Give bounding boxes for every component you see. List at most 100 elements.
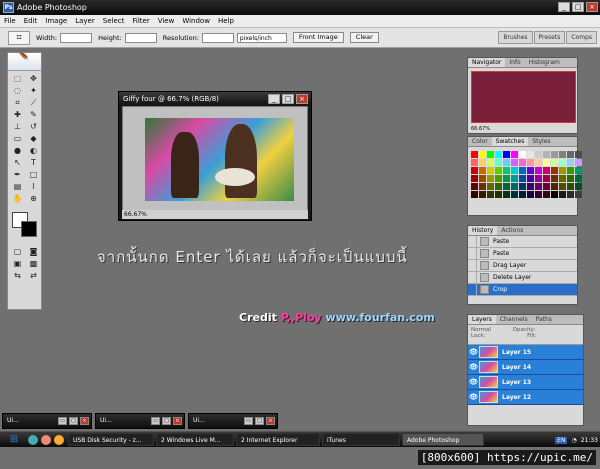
close-icon[interactable]: × [173,417,182,425]
swatch[interactable] [519,175,526,182]
swatch[interactable] [559,151,566,158]
history-item[interactable]: Paste [468,247,577,260]
doc-close-button[interactable]: × [296,94,308,104]
swatch[interactable] [487,159,494,166]
swatch[interactable] [559,183,566,190]
healing-tool-icon[interactable]: ✚ [10,109,25,120]
history-item-selected[interactable]: Crop [468,283,577,296]
marquee-tool-icon[interactable]: ⬚ [10,73,25,84]
swatch[interactable] [471,175,478,182]
swatch[interactable] [551,151,558,158]
tab-navigator[interactable]: Navigator [468,58,506,67]
maximize-icon[interactable]: □ [255,417,264,425]
swatch[interactable] [527,167,534,174]
swatch[interactable] [511,159,518,166]
swatch[interactable] [551,191,558,198]
swatch[interactable] [519,159,526,166]
quicklaunch-icon[interactable] [54,434,64,445]
swatch[interactable] [559,175,566,182]
color-swatches[interactable] [8,210,41,240]
swatch[interactable] [559,191,566,198]
swatch[interactable] [519,167,526,174]
swatch[interactable] [575,175,582,182]
swatch[interactable] [479,159,486,166]
swatch[interactable] [487,183,494,190]
clock[interactable]: 21:33 [581,437,598,444]
document-canvas-area[interactable] [122,106,308,211]
history-item[interactable]: Drag Layer [468,259,577,272]
minimize-button[interactable]: _ [558,2,570,12]
swatch[interactable] [543,151,550,158]
swatch[interactable] [535,183,542,190]
swatch[interactable] [543,167,550,174]
minimized-doc[interactable]: Ui... ▭ □ × [188,413,278,429]
lasso-tool-icon[interactable]: ◌ [10,85,25,96]
swatch[interactable] [535,191,542,198]
well-presets[interactable]: Presets [533,31,566,44]
restore-icon[interactable]: ▭ [151,417,160,425]
swatch[interactable] [575,151,582,158]
tab-color[interactable]: Color [468,137,492,146]
swatch[interactable] [503,175,510,182]
standard-mode-icon[interactable]: ▢ [10,246,25,257]
swatch[interactable] [535,175,542,182]
tab-channels[interactable]: Channels [496,315,532,324]
swatch[interactable] [551,159,558,166]
navigator-preview[interactable] [471,71,576,123]
minimized-doc[interactable]: Ui... ▭ □ × [95,413,185,429]
document-titlebar[interactable]: Giffy four @ 66.7% (RGB/8) _ □ × [119,92,311,106]
swatch[interactable] [495,159,502,166]
swatch[interactable] [527,175,534,182]
menu-select[interactable]: Select [99,17,129,25]
swatch[interactable] [495,175,502,182]
crop-tool-icon[interactable]: ⌗ [10,97,25,108]
bucket-tool-icon[interactable]: ◆ [26,133,41,144]
swatch[interactable] [519,151,526,158]
front-image-button[interactable]: Front Image [292,32,344,43]
swatch[interactable] [551,183,558,190]
doc-maximize-button[interactable]: □ [282,94,294,104]
resolution-field[interactable] [201,32,234,43]
swatch[interactable] [575,183,582,190]
swatch[interactable] [511,151,518,158]
swatch[interactable] [479,167,486,174]
swatch[interactable] [535,151,542,158]
eyedropper-tool-icon[interactable]: ⌇ [26,181,41,192]
imageready-icon[interactable]: ⇄ [26,270,41,281]
swatch[interactable] [527,191,534,198]
menu-view[interactable]: View [154,17,179,25]
well-brushes[interactable]: Brushes [498,31,533,44]
doc-minimize-button[interactable]: _ [268,94,280,104]
swatch[interactable] [471,151,478,158]
menu-filter[interactable]: Filter [128,17,153,25]
task-windows-live[interactable]: 2 Windows Live M... [156,433,234,446]
swatch[interactable] [503,167,510,174]
history-brush-tool-icon[interactable]: ↺ [26,121,41,132]
swatch[interactable] [543,175,550,182]
task-internet-explorer[interactable]: 2 Internet Explorer [236,433,320,446]
type-tool-icon[interactable]: T [26,157,41,168]
restore-icon[interactable]: ▭ [58,417,67,425]
swatch[interactable] [479,175,486,182]
swatch[interactable] [527,183,534,190]
maximize-icon[interactable]: □ [162,417,171,425]
swatch[interactable] [527,159,534,166]
menu-layer[interactable]: Layer [71,17,99,25]
tab-history[interactable]: History [468,226,498,235]
task-usb-security[interactable]: USB Disk Security - z... [68,433,154,446]
navigator-zoom[interactable]: 66.67% [471,126,490,132]
tab-histogram[interactable]: Histogram [525,58,564,67]
swatch[interactable] [519,183,526,190]
swatch[interactable] [495,167,502,174]
zoom-tool-icon[interactable]: ⊕ [26,193,41,204]
swatch[interactable] [479,151,486,158]
background-color[interactable] [21,221,37,237]
fullscreen-mode-icon[interactable]: ▩ [26,258,41,269]
swatch[interactable] [487,175,494,182]
history-item[interactable]: Paste [468,235,577,248]
minimized-doc[interactable]: Ui... ▭ □ × [2,413,92,429]
swatch[interactable] [559,159,566,166]
swatch[interactable] [567,167,574,174]
task-itunes[interactable]: iTunes [322,433,400,446]
eye-icon[interactable]: 👁 [468,348,479,356]
